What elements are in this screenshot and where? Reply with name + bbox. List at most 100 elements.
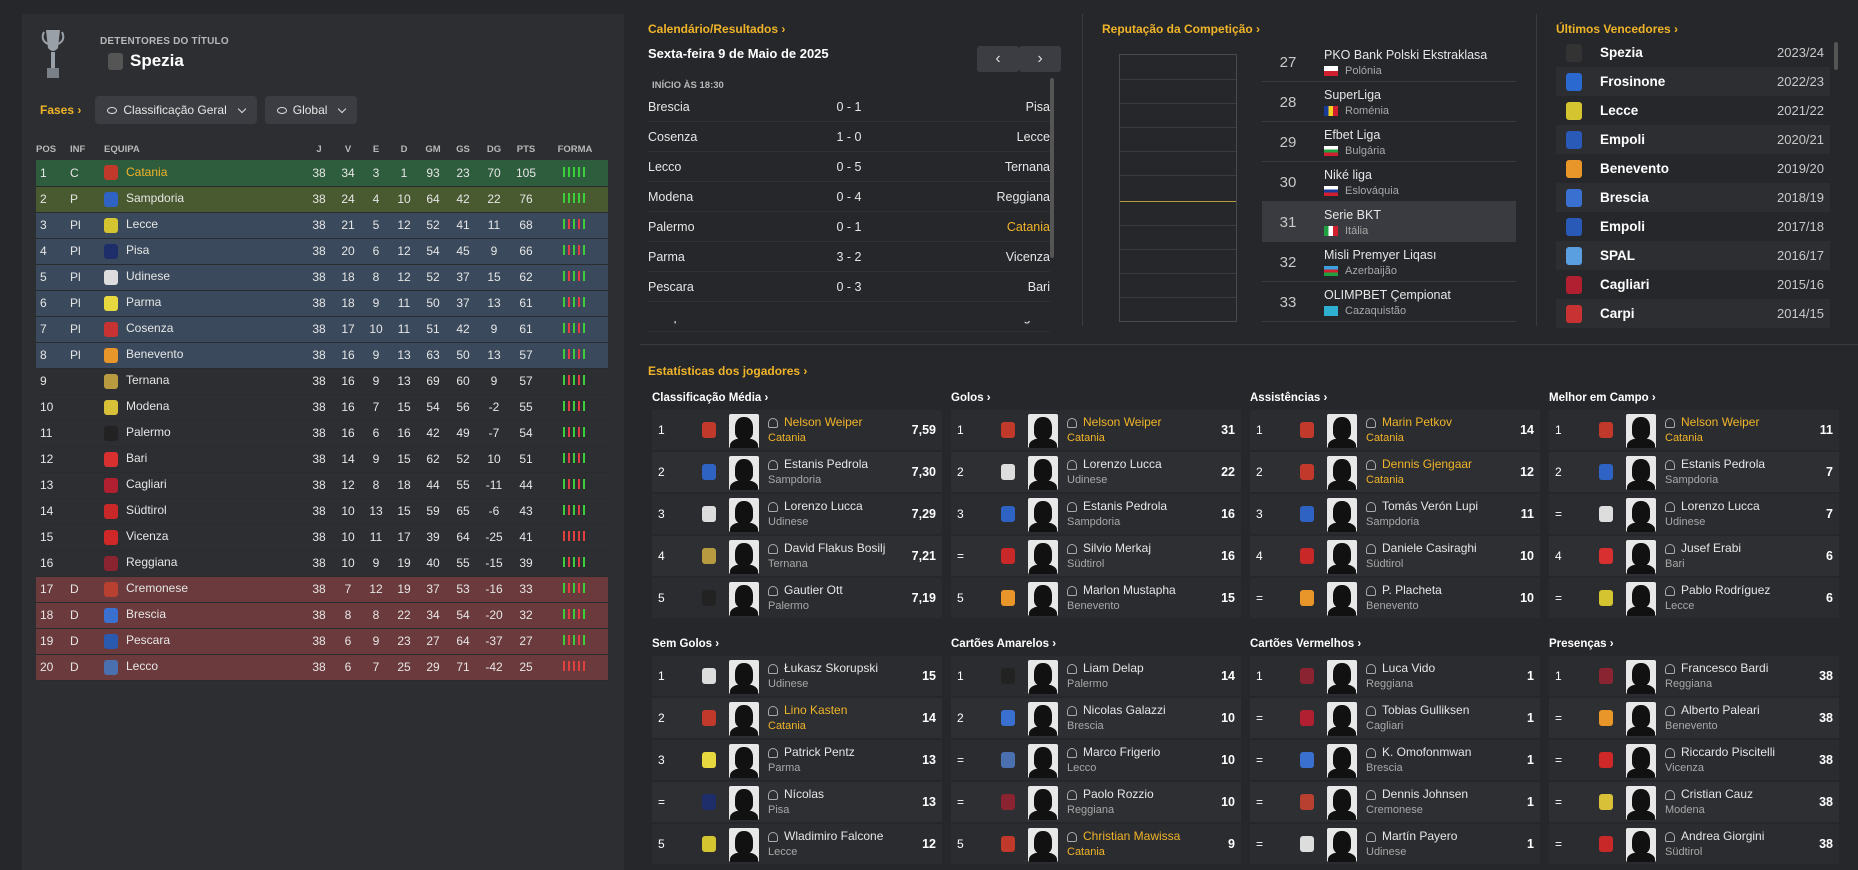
- fixture-score[interactable]: 0 - 1: [798, 100, 900, 114]
- team-name[interactable]: Modena: [126, 399, 169, 413]
- player-name[interactable]: Nícolas: [768, 787, 824, 801]
- fixtures-header-link[interactable]: Calendário/Resultados ›: [648, 22, 785, 36]
- player-stat-row[interactable]: = Marco Frigerio Lecco 10: [951, 740, 1241, 780]
- player-club[interactable]: Sampdoria: [1665, 474, 1718, 486]
- player-avatar[interactable]: [729, 414, 759, 448]
- fixture-row[interactable]: Lecco 0 - 5 Ternana: [648, 152, 1050, 182]
- player-stat-row[interactable]: 3 Estanis Pedrola Sampdoria 16: [951, 494, 1241, 534]
- winner-row[interactable]: Cagliari 2015/16: [1556, 270, 1830, 299]
- player-name[interactable]: Luca Vido: [1366, 661, 1435, 675]
- table-row[interactable]: 17 D Cremonese 38 7 12 19 37 53 -16 33: [36, 576, 608, 603]
- form-indicator[interactable]: [563, 427, 587, 437]
- winner-row[interactable]: Empoli 2017/18: [1556, 212, 1830, 241]
- fixture-score[interactable]: 1 - 0: [798, 130, 900, 144]
- player-stat-row[interactable]: 1 Nelson Weiper Catania 31: [951, 410, 1241, 450]
- winner-team[interactable]: Empoli: [1600, 132, 1777, 147]
- player-stat-row[interactable]: = K. Omofonmwan Brescia 1: [1250, 740, 1540, 780]
- player-stat-row[interactable]: 5 Wladimiro Falcone Lecce 12: [652, 824, 942, 864]
- col-goals-against[interactable]: GS: [448, 138, 478, 160]
- reputation-row[interactable]: 32 Misli Premyer Liqası Azerbaijão: [1262, 242, 1516, 282]
- reputation-row[interactable]: 27 PKO Bank Polski Ekstraklasa Polónia: [1262, 42, 1516, 82]
- col-goal-diff[interactable]: DG: [478, 138, 510, 160]
- fixture-row[interactable]: Cosenza 1 - 0 Lecce: [648, 122, 1050, 152]
- player-name[interactable]: Gautier Ott: [768, 583, 843, 597]
- col-pos[interactable]: POS: [36, 138, 70, 160]
- player-stat-row[interactable]: 5 Marlon Mustapha Benevento 15: [951, 578, 1241, 618]
- fixture-row[interactable]: Pescara 0 - 3 Bari: [648, 272, 1050, 302]
- player-club[interactable]: Südtirol: [1366, 558, 1403, 570]
- table-row[interactable]: 11 Palermo 38 16 6 16 42 49 -7 54: [36, 420, 608, 447]
- player-stat-row[interactable]: = Pablo Rodríguez Lecce 6: [1549, 578, 1839, 618]
- form-indicator[interactable]: [563, 479, 587, 489]
- col-form[interactable]: FORMA: [542, 138, 608, 160]
- table-row[interactable]: 7 Pl Cosenza 38 17 10 11 51 42 9 61: [36, 316, 608, 343]
- player-stat-row[interactable]: 3 Lorenzo Lucca Udinese 7,29: [652, 494, 942, 534]
- player-name[interactable]: K. Omofonmwan: [1366, 745, 1471, 759]
- player-name[interactable]: Nelson Weiper: [1665, 415, 1759, 429]
- winners-scrollbar[interactable]: [1834, 42, 1838, 70]
- table-row[interactable]: 4 Pl Pisa 38 20 6 12 54 45 9 66: [36, 238, 608, 265]
- player-stat-row[interactable]: = Lorenzo Lucca Udinese 7: [1549, 494, 1839, 534]
- player-stats-header-link[interactable]: Estatísticas dos jogadores ›: [648, 364, 807, 378]
- col-played[interactable]: J: [304, 138, 334, 160]
- player-avatar[interactable]: [729, 540, 759, 574]
- col-team[interactable]: EQUIPA: [104, 138, 304, 160]
- player-name[interactable]: Cristian Cauz: [1665, 787, 1753, 801]
- player-club[interactable]: Pisa: [768, 804, 789, 816]
- player-stat-row[interactable]: 4 David Flakus Bosilj Ternana 7,21: [652, 536, 942, 576]
- player-name[interactable]: Daniele Casiraghi: [1366, 541, 1477, 555]
- winner-row[interactable]: Lecce 2021/22: [1556, 96, 1830, 125]
- form-indicator[interactable]: [563, 297, 587, 307]
- form-indicator[interactable]: [563, 661, 587, 671]
- winner-team[interactable]: Empoli: [1600, 219, 1777, 234]
- cell-team[interactable]: Bari: [104, 446, 304, 473]
- stat-group-header[interactable]: Assistências ›: [1250, 392, 1327, 404]
- league-name[interactable]: PKO Bank Polski Ekstraklasa: [1324, 48, 1487, 62]
- table-row[interactable]: 20 D Lecco 38 6 7 25 29 71 -42 25: [36, 654, 608, 681]
- cell-team[interactable]: Cosenza: [104, 316, 304, 343]
- cell-team[interactable]: Pisa: [104, 238, 304, 265]
- player-stat-row[interactable]: 1 Marin Petkov Catania 14: [1250, 410, 1540, 450]
- fixture-row[interactable]: Modena 0 - 4 Reggiana: [648, 182, 1050, 212]
- team-name[interactable]: Pescara: [126, 633, 170, 647]
- fixture-score[interactable]: 3 - 2: [798, 250, 900, 264]
- player-avatar[interactable]: [1626, 582, 1656, 616]
- player-club[interactable]: Catania: [1665, 432, 1703, 444]
- cell-team[interactable]: Südtirol: [104, 498, 304, 525]
- team-name[interactable]: Sampdoria: [126, 191, 184, 205]
- winner-team[interactable]: Benevento: [1600, 161, 1777, 176]
- player-name[interactable]: Łukasz Skorupski: [768, 661, 878, 675]
- player-name[interactable]: Riccardo Piscitelli: [1665, 745, 1775, 759]
- player-avatar[interactable]: [1327, 582, 1357, 616]
- table-row[interactable]: 5 Pl Udinese 38 18 8 12 52 37 15 62: [36, 264, 608, 291]
- league-name[interactable]: Misli Premyer Liqası: [1324, 248, 1437, 262]
- fixture-score[interactable]: 0 - 4: [798, 190, 900, 204]
- player-name[interactable]: Liam Delap: [1067, 661, 1144, 675]
- player-avatar[interactable]: [1626, 660, 1656, 694]
- player-avatar[interactable]: [1028, 582, 1058, 616]
- form-indicator[interactable]: [563, 323, 587, 333]
- player-name[interactable]: Nicolas Galazzi: [1067, 703, 1166, 717]
- home-team[interactable]: Palermo: [648, 220, 798, 234]
- winner-team[interactable]: Cagliari: [1600, 277, 1777, 292]
- player-avatar[interactable]: [1327, 456, 1357, 490]
- stat-group-header[interactable]: Sem Golos ›: [652, 638, 719, 650]
- player-avatar[interactable]: [729, 828, 759, 862]
- player-avatar[interactable]: [729, 660, 759, 694]
- scope-dropdown[interactable]: Global: [264, 96, 358, 124]
- player-avatar[interactable]: [1327, 498, 1357, 532]
- team-name[interactable]: Vicenza: [126, 529, 168, 543]
- player-club[interactable]: Udinese: [1665, 516, 1705, 528]
- player-club[interactable]: Reggiana: [1067, 804, 1114, 816]
- reputation-row[interactable]: 33 OLIMPBET Çempionat Cazaquistão: [1262, 282, 1516, 322]
- player-stat-row[interactable]: 5 Christian Mawissa Catania 9: [951, 824, 1241, 864]
- home-team[interactable]: Modena: [648, 190, 798, 204]
- table-row[interactable]: 3 Pl Lecce 38 21 5 12 52 41 11 68: [36, 212, 608, 239]
- player-avatar[interactable]: [1327, 540, 1357, 574]
- player-name[interactable]: Nelson Weiper: [768, 415, 862, 429]
- home-team[interactable]: Cosenza: [648, 130, 798, 144]
- team-name[interactable]: Pisa: [126, 243, 149, 257]
- player-club[interactable]: Cagliari: [1366, 720, 1403, 732]
- form-indicator[interactable]: [563, 349, 587, 359]
- player-stat-row[interactable]: = Cristian Cauz Modena 38: [1549, 782, 1839, 822]
